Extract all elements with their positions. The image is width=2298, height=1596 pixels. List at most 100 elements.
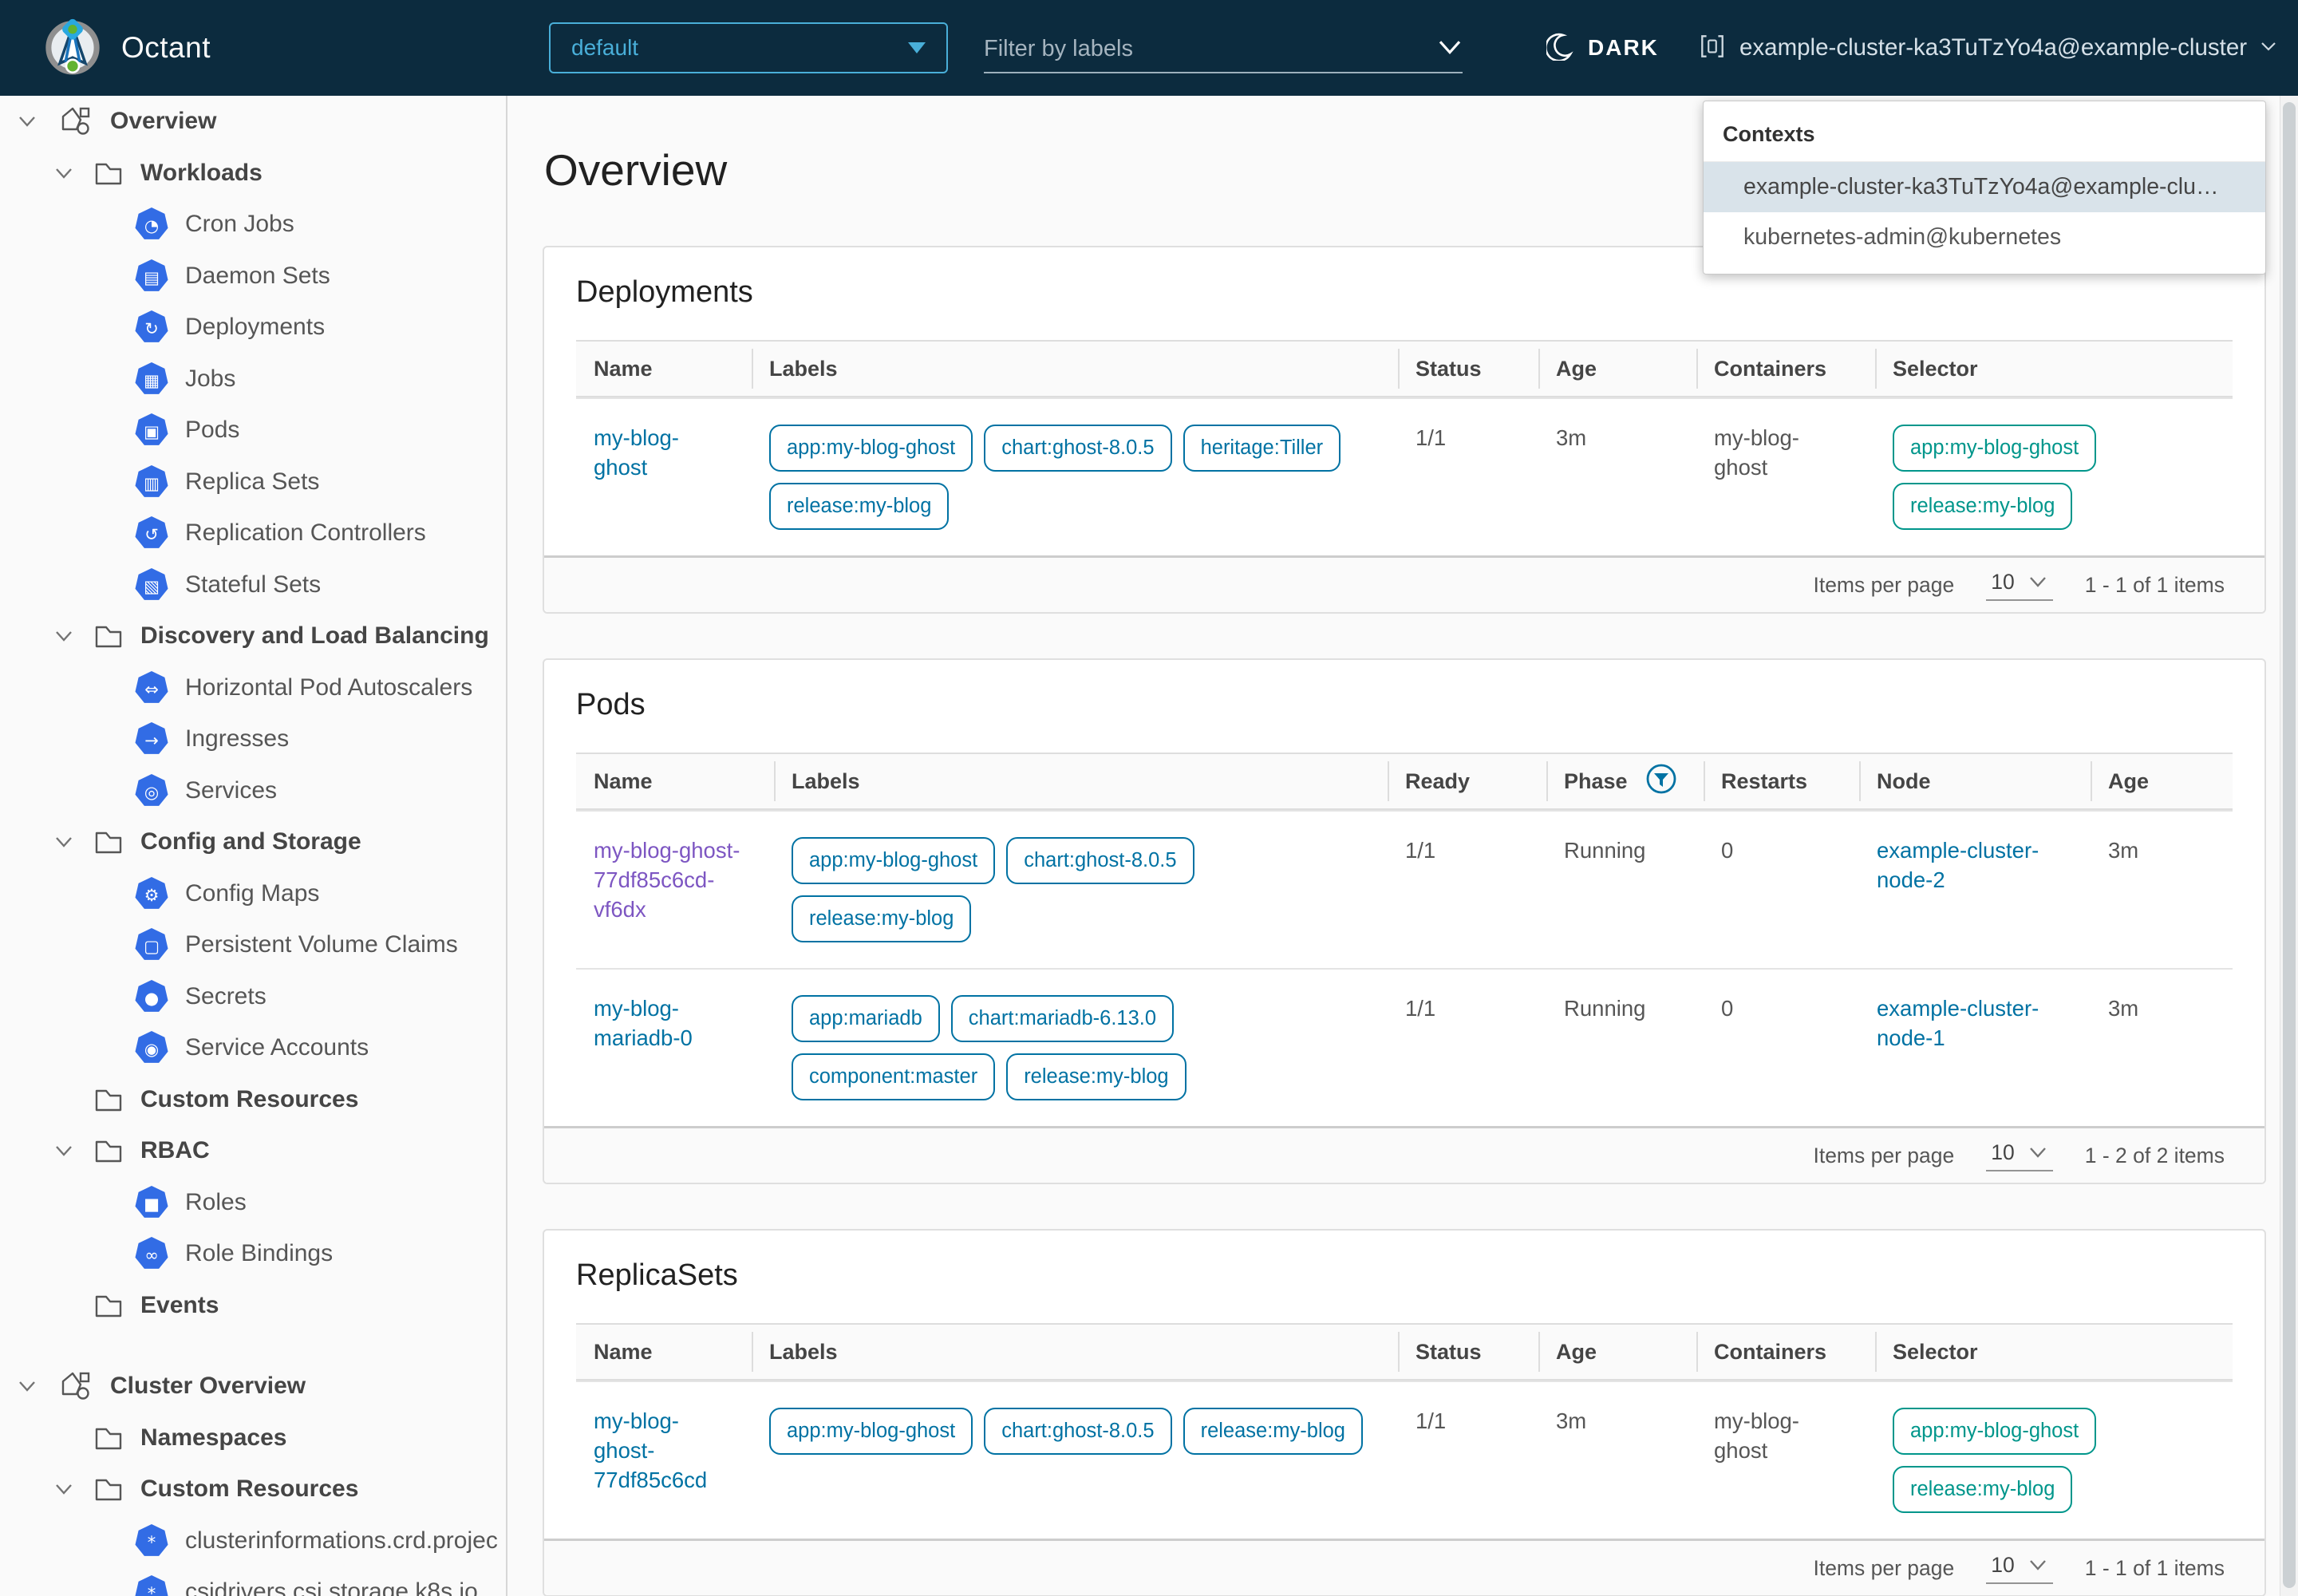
sidebar-item-discovery-and-load-balancing[interactable]: Discovery and Load Balancing <box>0 610 506 662</box>
ingresses-icon: → <box>134 721 169 757</box>
sidebar-item-stateful-sets[interactable]: ▧Stateful Sets <box>0 559 506 611</box>
svg-text:▤: ▤ <box>144 268 160 287</box>
context-option-selected[interactable]: example-cluster-ka3TuTzYo4a@example-clu… <box>1704 162 2265 212</box>
applications-icon <box>56 1369 94 1404</box>
cell-text: my-blog-ghost <box>1714 1408 1799 1463</box>
theme-toggle-button[interactable]: DARK <box>1546 0 1659 96</box>
page-size-select[interactable]: 10 <box>1986 1553 2052 1584</box>
chevron-down-icon[interactable] <box>49 835 78 849</box>
table-cell: app:my-blog-ghostchart:ghost-8.0.5herita… <box>752 399 1398 555</box>
daemon-sets-icon: ▤ <box>134 259 169 294</box>
sidebar-item-role-bindings[interactable]: ∞Role Bindings <box>0 1228 506 1280</box>
svg-text:⚙: ⚙ <box>144 886 160 905</box>
sidebar-item-label: Deployments <box>185 314 325 341</box>
stateful-sets-icon: ▧ <box>134 567 169 602</box>
config-maps-icon: ⚙ <box>134 876 169 911</box>
chevron-down-icon[interactable] <box>49 1482 78 1496</box>
sidebar-item-service-accounts[interactable]: ◉Service Accounts <box>0 1022 506 1074</box>
column-header-label: Selector <box>1893 357 1978 381</box>
resource-link[interactable]: example-cluster-node-2 <box>1877 838 2039 892</box>
pods-table: NameLabelsReadyPhaseRestartsNodeAgemy-bl… <box>576 753 2233 1126</box>
table-cell: 1/1 <box>1388 812 1546 968</box>
sidebar-item-label: Config Maps <box>185 880 319 907</box>
context-option[interactable]: kubernetes-admin@kubernetes <box>1704 212 2265 263</box>
sidebar-item-secrets[interactable]: ●Secrets <box>0 971 506 1023</box>
sidebar-item-replication-controllers[interactable]: ↺Replication Controllers <box>0 508 506 559</box>
sidebar-item-cluster-overview[interactable]: Cluster Overview <box>0 1361 506 1412</box>
sidebar-item-cron-jobs[interactable]: ◔Cron Jobs <box>0 199 506 251</box>
sidebar-item-persistent-volume-claims[interactable]: ▢Persistent Volume Claims <box>0 919 506 971</box>
table-cell: my-blog-ghost-77df85c6cd-vf6dx <box>576 812 774 968</box>
sidebar-item-services[interactable]: ◎Services <box>0 765 506 817</box>
sidebar-item-rbac[interactable]: RBAC <box>0 1125 506 1177</box>
chevron-down-icon[interactable] <box>13 1379 41 1393</box>
table-row: my-blog-ghost-77df85c6cd app:my-blog-ghos… <box>576 1381 2233 1539</box>
sidebar-item-clusterinformations-crd-projec[interactable]: *clusterinformations.crd.projec <box>0 1515 506 1567</box>
column-header-label: Restarts <box>1721 769 1807 794</box>
chevron-down-icon[interactable] <box>49 1144 78 1158</box>
namespace-caret-icon <box>908 42 926 53</box>
sidebar-item-pods[interactable]: ▣Pods <box>0 405 506 456</box>
sidebar-item-config-and-storage[interactable]: Config and Storage <box>0 816 506 868</box>
label-filter-input[interactable]: Filter by labels <box>984 26 1463 73</box>
sidebar-item-custom-resources[interactable]: Custom Resources <box>0 1074 506 1126</box>
label-chip: chart:ghost-8.0.5 <box>1006 837 1194 884</box>
table-cell: 0 <box>1704 970 1859 1126</box>
sidebar-item-jobs[interactable]: ▦ Jobs <box>0 354 506 405</box>
contexts-dropdown: Contexts example-cluster-ka3TuTzYo4a@exa… <box>1703 101 2266 275</box>
filter-chevron-down-icon <box>1437 36 1463 62</box>
resource-link[interactable]: my-blog-ghost <box>594 425 679 480</box>
label-chip: app:my-blog-ghost <box>769 1408 973 1455</box>
custom-resource-icon: * <box>134 1574 169 1596</box>
pagination-range: 1 - 2 of 2 items <box>2085 1144 2225 1168</box>
svg-text:◉: ◉ <box>144 1040 159 1059</box>
sidebar-item-events[interactable]: Events <box>0 1280 506 1332</box>
sidebar-item-config-maps[interactable]: ⚙ Config Maps <box>0 868 506 920</box>
sidebar-item-deployments[interactable]: ↻Deployments <box>0 302 506 354</box>
sidebar-item-csidrivers-csi-storage-k8s-io[interactable]: *csidrivers.csi.storage.k8s.io <box>0 1566 506 1596</box>
folder-icon <box>91 828 126 856</box>
sidebar-item-label: Persistent Volume Claims <box>185 931 458 958</box>
sidebar-item-label: Jobs <box>185 365 235 393</box>
sidebar-item-workloads[interactable]: Workloads <box>0 148 506 200</box>
svg-text:▥: ▥ <box>144 474 160 493</box>
column-header-label: Age <box>1556 1340 1597 1365</box>
column-header-label: Containers <box>1714 357 1826 381</box>
chevron-down-icon[interactable] <box>49 166 78 180</box>
sidebar-item-ingresses[interactable]: →Ingresses <box>0 713 506 765</box>
column-header-restarts: Restarts <box>1704 754 1859 808</box>
vertical-scrollbar[interactable] <box>2280 96 2298 1596</box>
resource-link[interactable]: example-cluster-node-1 <box>1877 996 2039 1050</box>
sidebar-item-horizontal-pod-autoscalers[interactable]: ⇔Horizontal Pod Autoscalers <box>0 662 506 714</box>
namespace-select[interactable]: default <box>549 22 948 73</box>
resource-link[interactable]: my-blog-ghost-77df85c6cd <box>594 1408 707 1492</box>
sidebar-item-label: Services <box>185 777 277 804</box>
sidebar-item-roles[interactable]: ■Roles <box>0 1177 506 1229</box>
top-bar: Octant default Filter by labels DARK exa… <box>0 0 2298 96</box>
sidebar-item-overview[interactable]: Overview <box>0 96 506 148</box>
context-switcher[interactable]: example-cluster-ka3TuTzYo4a@example-clus… <box>1698 0 2277 96</box>
svg-text:*: * <box>148 1533 156 1552</box>
sidebar-item-namespaces[interactable]: Namespaces <box>0 1412 506 1464</box>
scrollbar-thumb[interactable] <box>2283 102 2296 1588</box>
chevron-down-icon[interactable] <box>49 629 78 643</box>
column-header-age: Age <box>2091 754 2236 808</box>
page-size-select[interactable]: 10 <box>1986 1140 2052 1171</box>
table-cell: app:my-blog-ghostrelease:my-blog <box>1875 1382 2236 1539</box>
table-cell: app:my-blog-ghostrelease:my-blog <box>1875 399 2236 555</box>
resource-link[interactable]: my-blog-mariadb-0 <box>594 996 693 1050</box>
replication-controllers-icon: ↺ <box>134 516 169 551</box>
phase-filter-icon[interactable] <box>1645 763 1677 800</box>
resource-link[interactable]: my-blog-ghost-77df85c6cd-vf6dx <box>594 838 740 922</box>
table-row: my-blog-ghost app:my-blog-ghostchart:ghos… <box>576 397 2233 555</box>
custom-resource-icon: * <box>134 1523 169 1558</box>
svg-text:▦: ▦ <box>144 371 160 390</box>
sidebar-item-replica-sets[interactable]: ▥Replica Sets <box>0 456 506 508</box>
column-header-label: Status <box>1416 357 1482 381</box>
page-size-select[interactable]: 10 <box>1986 570 2052 601</box>
sidebar-item-daemon-sets[interactable]: ▤Daemon Sets <box>0 251 506 302</box>
svg-text:▧: ▧ <box>144 577 160 596</box>
sidebar-item-custom-resources[interactable]: Custom Resources <box>0 1464 506 1515</box>
replica-sets-icon: ▥ <box>134 464 169 500</box>
chevron-down-icon[interactable] <box>13 114 41 128</box>
